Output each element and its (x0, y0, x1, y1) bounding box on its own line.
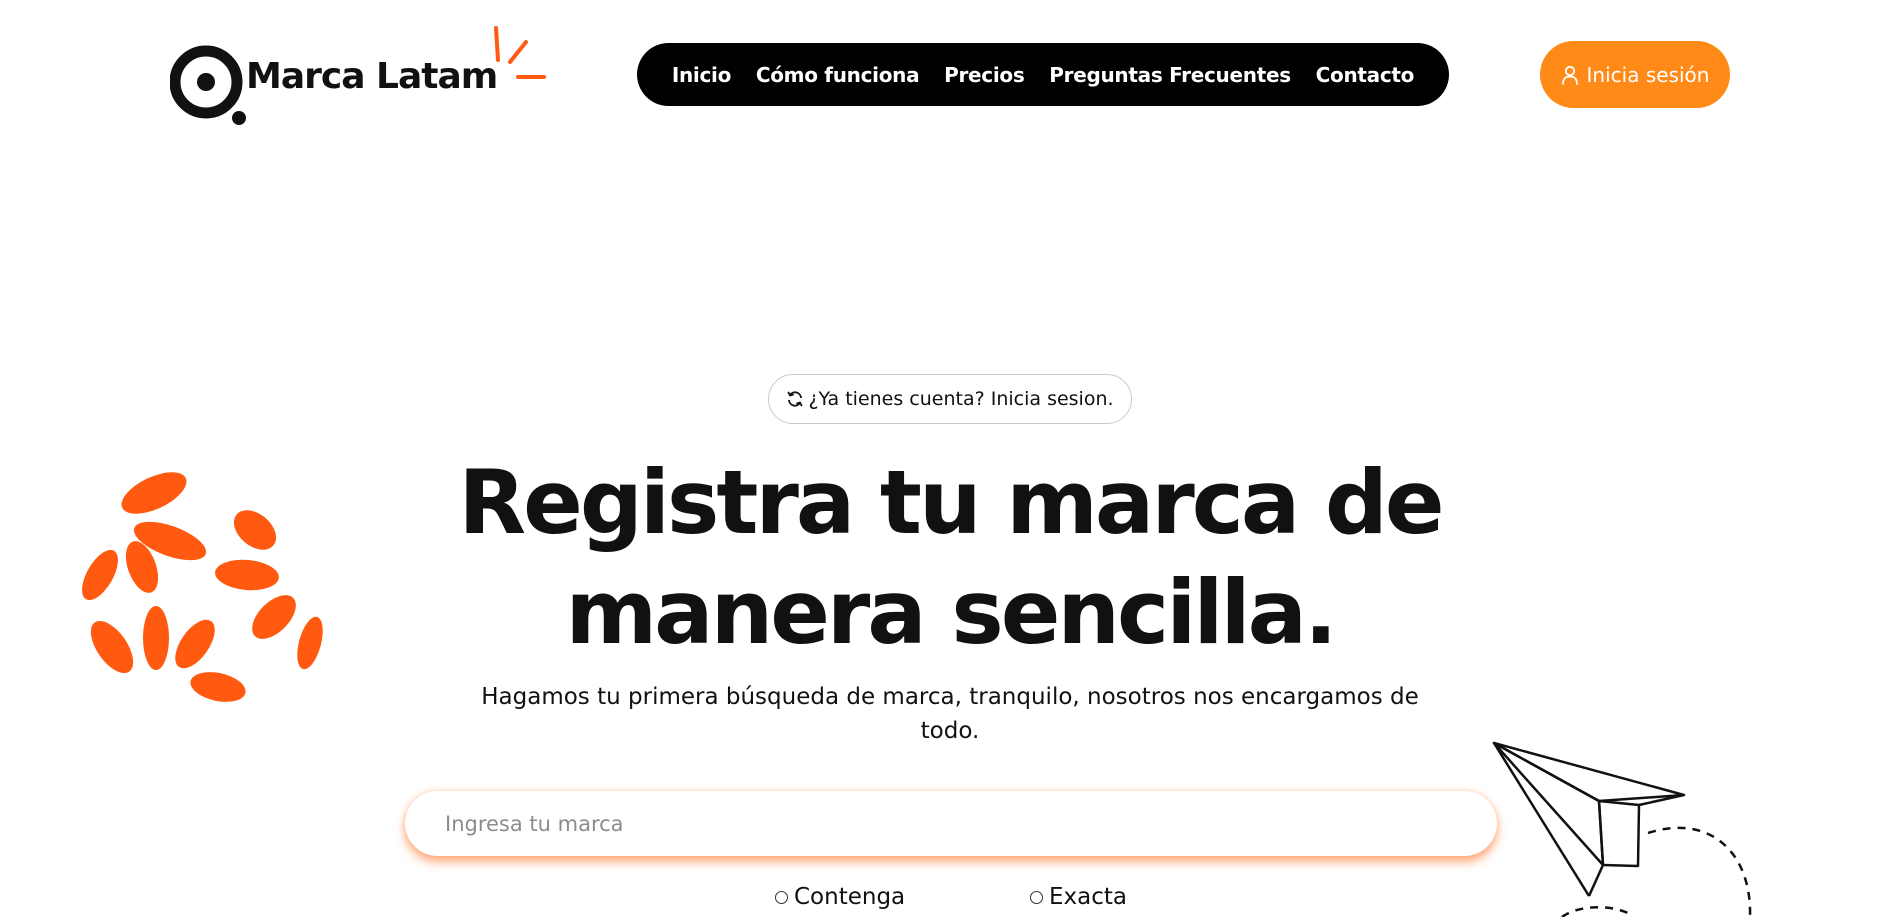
login-button-label: Inicia sesión (1586, 62, 1710, 87)
hero-title-line-1: Registra tu marca de (458, 451, 1444, 554)
orange-petals-decoration (82, 472, 323, 702)
main-nav: Inicio Cómo funciona Precios Preguntas F… (637, 43, 1449, 106)
nav-item-precios[interactable]: Precios (944, 63, 1025, 87)
hero-subtitle-line-2: todo. (920, 718, 980, 744)
hero-subtitle: Hagamos tu primera búsqueda de marca, tr… (460, 680, 1440, 748)
radio-exacta-circle[interactable] (1030, 890, 1043, 904)
hero-subtitle-line-1: Hagamos tu primera búsqueda de marca, tr… (481, 684, 1419, 710)
existing-account-link[interactable]: ¿Ya tienes cuenta? Inicia sesion. (768, 374, 1132, 424)
radio-contenga[interactable]: Contenga (775, 884, 905, 910)
user-icon (1561, 65, 1578, 85)
brand-logo[interactable]: Marca Latam (170, 26, 550, 126)
logo-rays-icon (494, 26, 546, 79)
existing-account-text: ¿Ya tienes cuenta? Inicia sesion. (808, 388, 1114, 410)
nav-item-preguntas-frecuentes[interactable]: Preguntas Frecuentes (1049, 63, 1291, 87)
hero-title: Registra tu marca de manera sencilla. (350, 448, 1550, 668)
radio-exacta-label: Exacta (1049, 884, 1127, 910)
radio-contenga-label: Contenga (794, 884, 906, 910)
nav-item-inicio[interactable]: Inicio (672, 63, 731, 87)
logo-target-icon (170, 45, 246, 125)
refresh-icon (788, 391, 803, 407)
brand-name: Marca Latam (246, 56, 498, 97)
nav-item-contacto[interactable]: Contacto (1316, 63, 1415, 87)
radio-contenga-circle[interactable] (775, 890, 788, 904)
landing-page: Marca Latam Inicio Cómo funciona Precios… (0, 0, 1900, 917)
hero-title-line-2: manera sencilla. (565, 561, 1337, 664)
radio-exacta[interactable]: Exacta (1030, 884, 1127, 910)
paper-plane-decoration (1492, 741, 1752, 917)
nav-item-como-funciona[interactable]: Cómo funciona (756, 63, 920, 87)
match-type-options: Contenga Exacta (770, 884, 1170, 914)
search-box (405, 791, 1497, 856)
brand-search-input[interactable] (405, 791, 1497, 856)
login-button[interactable]: Inicia sesión (1540, 41, 1730, 108)
